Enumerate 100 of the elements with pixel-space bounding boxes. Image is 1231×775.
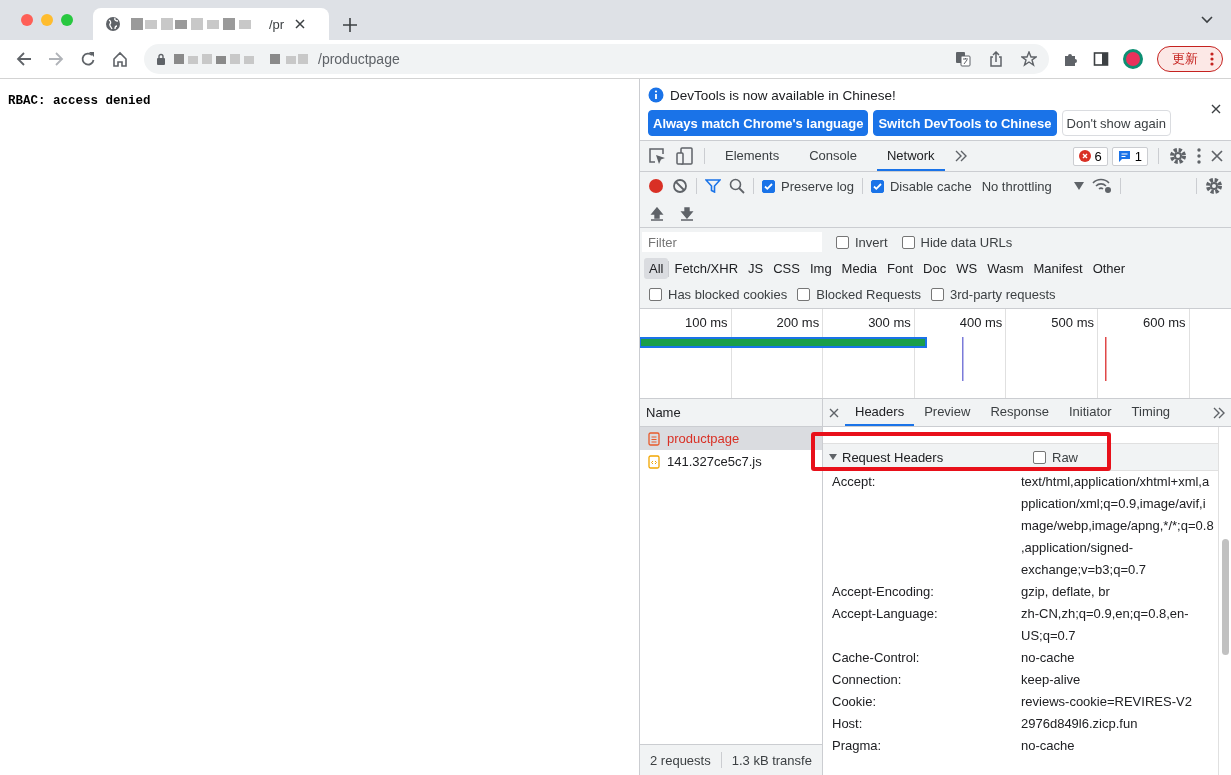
header-name: Accept:: [832, 473, 877, 491]
type-filter-button[interactable]: All: [644, 258, 669, 279]
document-icon[interactable]: [648, 431, 660, 446]
message-count-button[interactable]: 1: [1111, 146, 1148, 166]
language-button[interactable]: Always match Chrome's language: [648, 110, 869, 136]
checkbox[interactable]: [797, 288, 811, 301]
type-filter-button[interactable]: JS: [743, 258, 769, 279]
url-text: /productpage: [318, 51, 401, 67]
type-filter-button[interactable]: Img: [804, 258, 837, 279]
header-value: keep-alive: [1021, 671, 1082, 689]
detail-tab[interactable]: Preview: [914, 399, 981, 426]
checkbox[interactable]: [762, 179, 775, 193]
type-filter-button[interactable]: Fetch/XHR: [669, 258, 744, 279]
type-filter-button[interactable]: WS: [951, 258, 983, 279]
checkbox[interactable]: [649, 288, 662, 301]
globe-icon[interactable]: [105, 16, 121, 32]
plus-icon[interactable]: [343, 18, 357, 32]
detail-tab[interactable]: Timing: [1121, 399, 1181, 426]
status-text: 1.3 kB transfe: [731, 752, 812, 768]
puzzle-icon[interactable]: [1063, 51, 1079, 67]
tab-title: /pr: [269, 16, 285, 32]
download-icon[interactable]: [680, 206, 694, 221]
checkbox[interactable]: [901, 235, 915, 249]
header-name: Cache-Control:: [832, 649, 921, 667]
lock-icon: [156, 53, 166, 65]
language-button[interactable]: Switch DevTools to Chinese: [873, 110, 1057, 136]
request-row[interactable]: 141.327ce5c7.js: [640, 450, 822, 473]
dismiss-button[interactable]: Don't show again: [1061, 110, 1171, 136]
reload-icon[interactable]: [80, 51, 96, 67]
browser-tab[interactable]: /pr: [93, 8, 329, 40]
checkbox[interactable]: [1033, 450, 1046, 464]
close-icon[interactable]: [829, 407, 839, 418]
side-panel-icon[interactable]: [1093, 51, 1109, 67]
error-icon: [1078, 150, 1091, 162]
close-icon[interactable]: [1211, 104, 1221, 114]
detail-tab[interactable]: Initiator: [1058, 399, 1122, 426]
upload-icon[interactable]: [650, 206, 664, 221]
back-icon[interactable]: [16, 51, 32, 67]
checkbox[interactable]: [836, 235, 849, 249]
status-text: 2 requests: [650, 752, 711, 768]
close-icon[interactable]: [294, 18, 307, 30]
home-icon[interactable]: [112, 51, 128, 67]
inspect-icon[interactable]: [648, 147, 666, 165]
share-icon[interactable]: [989, 51, 1003, 67]
chevron-down-icon[interactable]: [1201, 16, 1213, 24]
panel-tab[interactable]: Elements: [715, 141, 790, 171]
checkbox-label: Blocked Requests: [816, 287, 921, 302]
settings-icon[interactable]: [1169, 147, 1187, 165]
translate-icon[interactable]: [955, 51, 971, 67]
header-value: no-cache: [1021, 649, 1076, 667]
column-header[interactable]: Name: [646, 405, 681, 420]
header-name: Accept-Encoding:: [832, 583, 935, 601]
kebab-icon[interactable]: [1197, 148, 1201, 164]
header-value: 2976d849l6.zicp.fun: [1021, 715, 1139, 733]
time-tick-label: 100 ms: [684, 315, 728, 330]
type-filter-button[interactable]: Doc: [918, 258, 952, 279]
settings-icon[interactable]: [1205, 177, 1223, 195]
filter-icon[interactable]: [705, 179, 721, 193]
header-value: gzip, deflate, br: [1021, 583, 1111, 601]
kebab-icon[interactable]: [1210, 52, 1214, 66]
checkbox-label: Hide data URLs: [920, 234, 1013, 250]
update-button[interactable]: 更新: [1157, 46, 1223, 72]
record-icon[interactable]: [648, 178, 664, 194]
more-tabs-icon[interactable]: [954, 150, 967, 162]
type-filter-button[interactable]: Media: [836, 258, 883, 279]
detail-tab[interactable]: Response: [980, 399, 1059, 426]
time-tick-label: 300 ms: [868, 315, 911, 330]
checkbox-label: 3rd-party requests: [950, 287, 1056, 302]
checkbox[interactable]: [931, 288, 944, 301]
star-icon[interactable]: [1021, 51, 1037, 67]
scrollbar-thumb[interactable]: [1222, 539, 1229, 655]
time-tick-label: 500 ms: [1051, 315, 1094, 330]
triangle-icon[interactable]: [829, 453, 837, 461]
detail-tab[interactable]: Headers: [845, 399, 915, 426]
more-tabs-icon[interactable]: [1213, 406, 1225, 419]
profile-avatar[interactable]: [1123, 49, 1143, 69]
throttling-select[interactable]: No throttling: [981, 178, 1052, 194]
search-icon[interactable]: [729, 178, 745, 194]
error-count-button[interactable]: 6: [1072, 146, 1108, 166]
request-row[interactable]: productpage: [640, 427, 822, 450]
time-tick-label: 200 ms: [776, 315, 820, 330]
clear-icon[interactable]: [672, 178, 688, 194]
type-filter-button[interactable]: Wasm: [982, 258, 1029, 279]
dropdown-arrow-icon[interactable]: [1073, 182, 1084, 190]
type-filter-button[interactable]: Font: [882, 258, 919, 279]
header-value: no-cache: [1021, 737, 1076, 755]
filter-field[interactable]: Filter: [642, 232, 822, 252]
close-icon[interactable]: [1211, 150, 1223, 162]
checkbox[interactable]: [871, 179, 884, 193]
checkbox-label: Raw: [1052, 449, 1078, 465]
address-bar[interactable]: /productpage: [144, 44, 1049, 74]
type-filter-button[interactable]: Manifest: [1028, 258, 1088, 279]
type-filter-button[interactable]: Other: [1087, 258, 1131, 279]
section-title[interactable]: Request Headers: [842, 449, 1028, 465]
message-icon: [1117, 150, 1131, 162]
type-filter-button[interactable]: CSS: [768, 258, 805, 279]
network-settings-icon[interactable]: [1091, 178, 1112, 194]
panel-tab[interactable]: Console: [799, 141, 867, 171]
header-name: Cookie:: [832, 693, 878, 711]
device-icon[interactable]: [676, 147, 694, 165]
